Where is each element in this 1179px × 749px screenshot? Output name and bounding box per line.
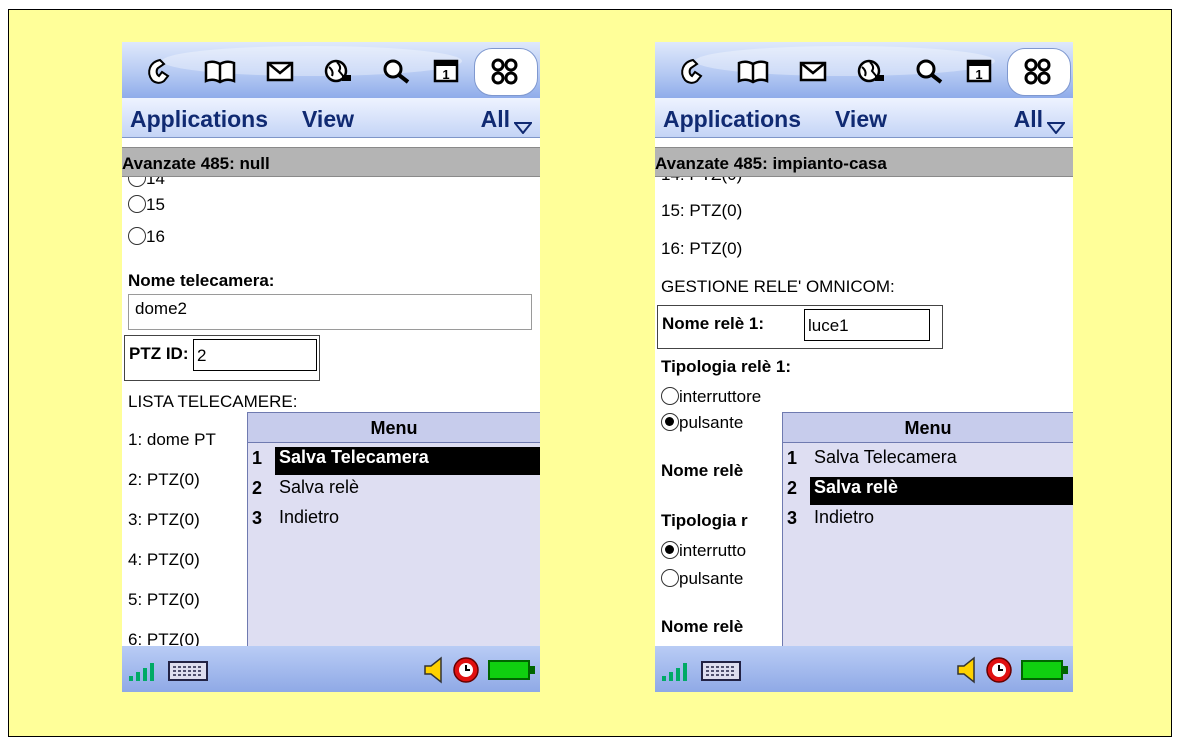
applications-grid-icon[interactable]	[1007, 48, 1071, 96]
radio-option-pulsante[interactable]: pulsante	[661, 413, 743, 433]
battery-icon	[1021, 658, 1069, 687]
screen-title: Avanzate 485: null	[122, 147, 540, 177]
dropdown-triangle-icon[interactable]	[512, 113, 534, 140]
list-item[interactable]: 4: PTZ(0)	[128, 550, 200, 570]
menu-item-salva-rele[interactable]: 2 Salva relè	[248, 473, 540, 503]
speaker-icon[interactable]	[422, 656, 446, 689]
radio-option-pulsante-2[interactable]: pulsante	[661, 569, 743, 589]
search-magnifier-icon[interactable]	[378, 54, 414, 88]
phone-screen-right: 1 Applications View All Avanzate 485: im…	[655, 42, 1073, 692]
options-menu-popup: Menu 1 Salva Telecamera 2 Salva relè 3 I…	[247, 412, 540, 646]
menu-item-salva-telecamera[interactable]: 1 Salva Telecamera	[248, 443, 540, 475]
keyboard-icon[interactable]	[168, 660, 208, 687]
signal-strength-icon	[128, 660, 162, 687]
form-content: 14: PTZ(0) 15: PTZ(0) 16: PTZ(0) GESTION…	[655, 177, 1073, 646]
search-magnifier-icon[interactable]	[911, 54, 947, 88]
app-launcher-bar: 1	[122, 42, 540, 98]
dropdown-triangle-icon[interactable]	[1045, 113, 1067, 140]
phone-screen-left: 1 Applications View All Avanzate 485: nu…	[122, 42, 540, 692]
list-item[interactable]: 2: PTZ(0)	[128, 470, 200, 490]
clock-icon[interactable]	[985, 656, 1013, 689]
camera-list-header: LISTA TELECAMERE:	[128, 392, 298, 411]
list-item[interactable]: 3: PTZ(0)	[128, 510, 200, 530]
status-bar	[122, 646, 540, 692]
list-item[interactable]: 15: PTZ(0)	[661, 201, 742, 221]
radio-button[interactable]	[661, 387, 679, 405]
status-bar	[655, 646, 1073, 692]
list-item[interactable]: 5: PTZ(0)	[128, 590, 200, 610]
menu-title: Menu	[248, 413, 540, 443]
menu-item-indietro[interactable]: 3 Indietro	[783, 503, 1073, 533]
list-item[interactable]: 16: PTZ(0)	[661, 239, 742, 259]
signal-strength-icon	[661, 660, 695, 687]
relay-section-header: GESTIONE RELE' OMNICOM:	[661, 277, 895, 296]
clock-icon[interactable]	[452, 656, 480, 689]
relay1-name-field: Nome relè 1: luce1	[657, 305, 943, 349]
web-globe-icon[interactable]	[320, 54, 356, 88]
menu-view[interactable]: View	[302, 106, 354, 133]
list-item[interactable]: 14: PTZ(0)	[661, 177, 742, 185]
radio-option-interruttore-2[interactable]: interrutto	[661, 541, 746, 561]
relay1-name-label: Nome relè 1:	[662, 314, 765, 333]
menu-item-salva-telecamera[interactable]: 1 Salva Telecamera	[783, 443, 1073, 473]
svg-text:1: 1	[975, 67, 982, 82]
ptz-id-label: PTZ ID:	[129, 344, 189, 363]
contacts-book-icon[interactable]	[202, 54, 238, 88]
menu-item-indietro[interactable]: 3 Indietro	[248, 503, 540, 533]
relay1-name-input[interactable]: luce1	[804, 309, 930, 341]
ptz-id-field: PTZ ID: 2	[124, 335, 320, 381]
radio-button-selected[interactable]	[661, 541, 679, 559]
radio-option-15[interactable]: 15	[128, 195, 165, 215]
options-menu-popup: Menu 1 Salva Telecamera 2 Salva relè 3 I…	[782, 412, 1073, 646]
calendar-icon[interactable]: 1	[961, 54, 997, 88]
keyboard-icon[interactable]	[701, 660, 741, 687]
radio-button[interactable]	[661, 569, 679, 587]
app-launcher-bar: 1	[655, 42, 1073, 98]
svg-text:1: 1	[442, 67, 449, 82]
list-item[interactable]: 1: dome PT	[128, 430, 216, 450]
relay2-type-label: Tipologia r	[661, 511, 748, 530]
relay3-name-label: Nome relè	[661, 617, 744, 636]
camera-name-label: Nome telecamera:	[128, 271, 275, 290]
filter-dropdown[interactable]: All	[1014, 106, 1043, 133]
calendar-icon[interactable]: 1	[428, 54, 464, 88]
web-globe-icon[interactable]	[853, 54, 889, 88]
phone-icon[interactable]	[675, 54, 711, 88]
relay2-name-label: Nome relè	[661, 461, 744, 480]
list-item[interactable]: 6: PTZ(0)	[128, 630, 200, 646]
screen-title: Avanzate 485: impianto-casa	[655, 147, 1073, 177]
radio-option-14[interactable]: 14	[128, 177, 165, 189]
menu-applications[interactable]: Applications	[130, 106, 268, 133]
camera-name-input[interactable]: dome2	[128, 294, 532, 330]
messages-envelope-icon[interactable]	[262, 54, 298, 88]
menu-bar: Applications View All	[122, 98, 540, 138]
relay1-type-label: Tipologia relè 1:	[661, 357, 792, 376]
form-content: 14 15 16 Nome telecamera: dome2 PTZ ID: …	[122, 177, 540, 646]
messages-envelope-icon[interactable]	[795, 54, 831, 88]
radio-button-selected[interactable]	[661, 413, 679, 431]
radio-option-interruttore[interactable]: interruttore	[661, 387, 761, 407]
menu-item-salva-rele[interactable]: 2 Salva relè	[783, 473, 1073, 505]
radio-option-16[interactable]: 16	[128, 227, 165, 247]
menu-title: Menu	[783, 413, 1073, 443]
radio-button[interactable]	[128, 227, 146, 245]
menu-bar: Applications View All	[655, 98, 1073, 138]
radio-button[interactable]	[128, 177, 146, 187]
battery-icon	[488, 658, 536, 687]
menu-view[interactable]: View	[835, 106, 887, 133]
speaker-icon[interactable]	[955, 656, 979, 689]
filter-dropdown[interactable]: All	[481, 106, 510, 133]
radio-button[interactable]	[128, 195, 146, 213]
contacts-book-icon[interactable]	[735, 54, 771, 88]
ptz-id-input[interactable]: 2	[193, 339, 317, 371]
applications-grid-icon[interactable]	[474, 48, 538, 96]
menu-applications[interactable]: Applications	[663, 106, 801, 133]
phone-icon[interactable]	[142, 54, 178, 88]
